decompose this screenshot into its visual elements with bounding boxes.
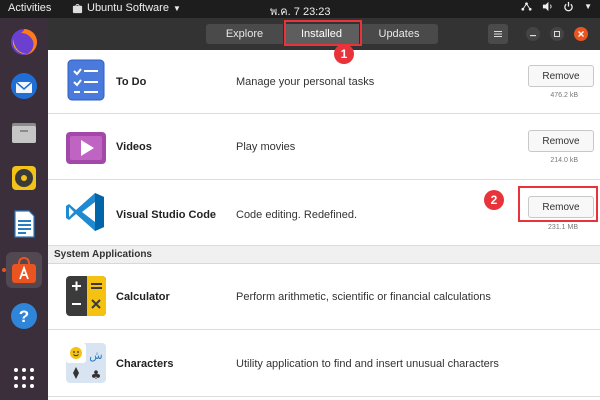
step-badge-1: 1 [334,44,354,64]
firefox-icon [11,29,37,55]
videos-icon [66,132,106,164]
minimize-button[interactable] [526,27,540,41]
dock-ubuntu-software[interactable] [6,252,42,288]
dock-thunderbird[interactable] [6,68,42,104]
todo-icon [67,59,105,101]
remove-button[interactable]: Remove [528,130,594,152]
files-icon [12,123,36,143]
power-icon [564,1,573,12]
thunderbird-icon [11,73,37,99]
dock-show-apps[interactable] [6,360,42,396]
tab-explore[interactable]: Explore [206,24,284,44]
chevron-down-icon: ▼ [172,3,181,13]
activities-button[interactable]: Activities [8,2,51,14]
app-description: Utility application to find and insert u… [236,358,499,370]
app-description: Perform arithmetic, scientific or financ… [236,291,491,303]
network-icon [521,2,532,11]
dock-files[interactable] [6,114,42,150]
list-item[interactable]: ش ♣ Characters Utility application to fi… [48,331,600,397]
list-item[interactable]: Calculator Perform arithmetic, scientifi… [48,264,600,330]
top-bar: Activities Ubuntu Software ▼ พ.ค. 7 23:2… [0,0,600,18]
app-name: Visual Studio Code [116,209,217,221]
svg-text:♣: ♣ [91,368,102,382]
remove-button[interactable]: Remove [528,65,594,87]
app-description: Code editing. Redefined. [236,209,358,221]
section-header-system-applications: System Applications [48,246,600,264]
dock-help[interactable]: ? [6,298,42,334]
dock-firefox[interactable] [6,24,42,60]
svg-text:?: ? [19,307,29,326]
app-size: 476.2 kB [550,92,578,99]
chevron-down-icon: ▼ [584,2,592,11]
ubuntu-software-icon [12,256,36,283]
dock: ? [0,18,48,400]
installed-tab-highlight [284,20,362,46]
vscode-icon [66,193,104,231]
maximize-button[interactable] [550,27,564,41]
app-name: To Do [116,76,147,88]
tab-updates[interactable]: Updates [360,24,438,44]
app-description: Play movies [236,141,296,153]
system-tray[interactable]: ▼ [521,1,592,12]
step-badge-2: 2 [484,190,504,210]
minimize-icon [530,35,536,37]
rhythmbox-icon [12,166,36,190]
app-size: 214.0 kB [550,157,578,164]
volume-icon [542,1,552,12]
list-item[interactable]: To Do Manage your personal tasks Remove … [48,50,600,114]
close-button[interactable] [574,27,588,41]
calculator-icon [66,276,106,316]
menu-button[interactable] [488,24,508,44]
remove-button-highlight [518,186,598,222]
hamburger-icon [494,31,502,37]
app-name: Calculator [116,291,170,303]
app-menu[interactable]: Ubuntu Software ▼ [72,2,181,14]
ubuntu-software-small-icon [72,3,83,13]
help-icon: ? [11,303,37,329]
app-size: 231.1 MB [548,224,578,231]
dock-rhythmbox[interactable] [6,160,42,196]
show-apps-icon [14,368,34,388]
close-icon [578,31,584,37]
list-item[interactable]: Videos Play movies Remove 214.0 kB [48,116,600,180]
svg-text:ش: ش [89,349,102,362]
installed-app-list: To Do Manage your personal tasks Remove … [48,50,600,400]
characters-icon: ش ♣ [66,343,106,383]
maximize-icon [554,31,560,37]
app-menu-label: Ubuntu Software [87,2,169,14]
app-description: Manage your personal tasks [236,76,375,88]
app-name: Videos [116,141,152,153]
dock-libreoffice-writer[interactable] [6,206,42,242]
app-name: Characters [116,358,174,370]
libreoffice-writer-icon [14,210,35,238]
